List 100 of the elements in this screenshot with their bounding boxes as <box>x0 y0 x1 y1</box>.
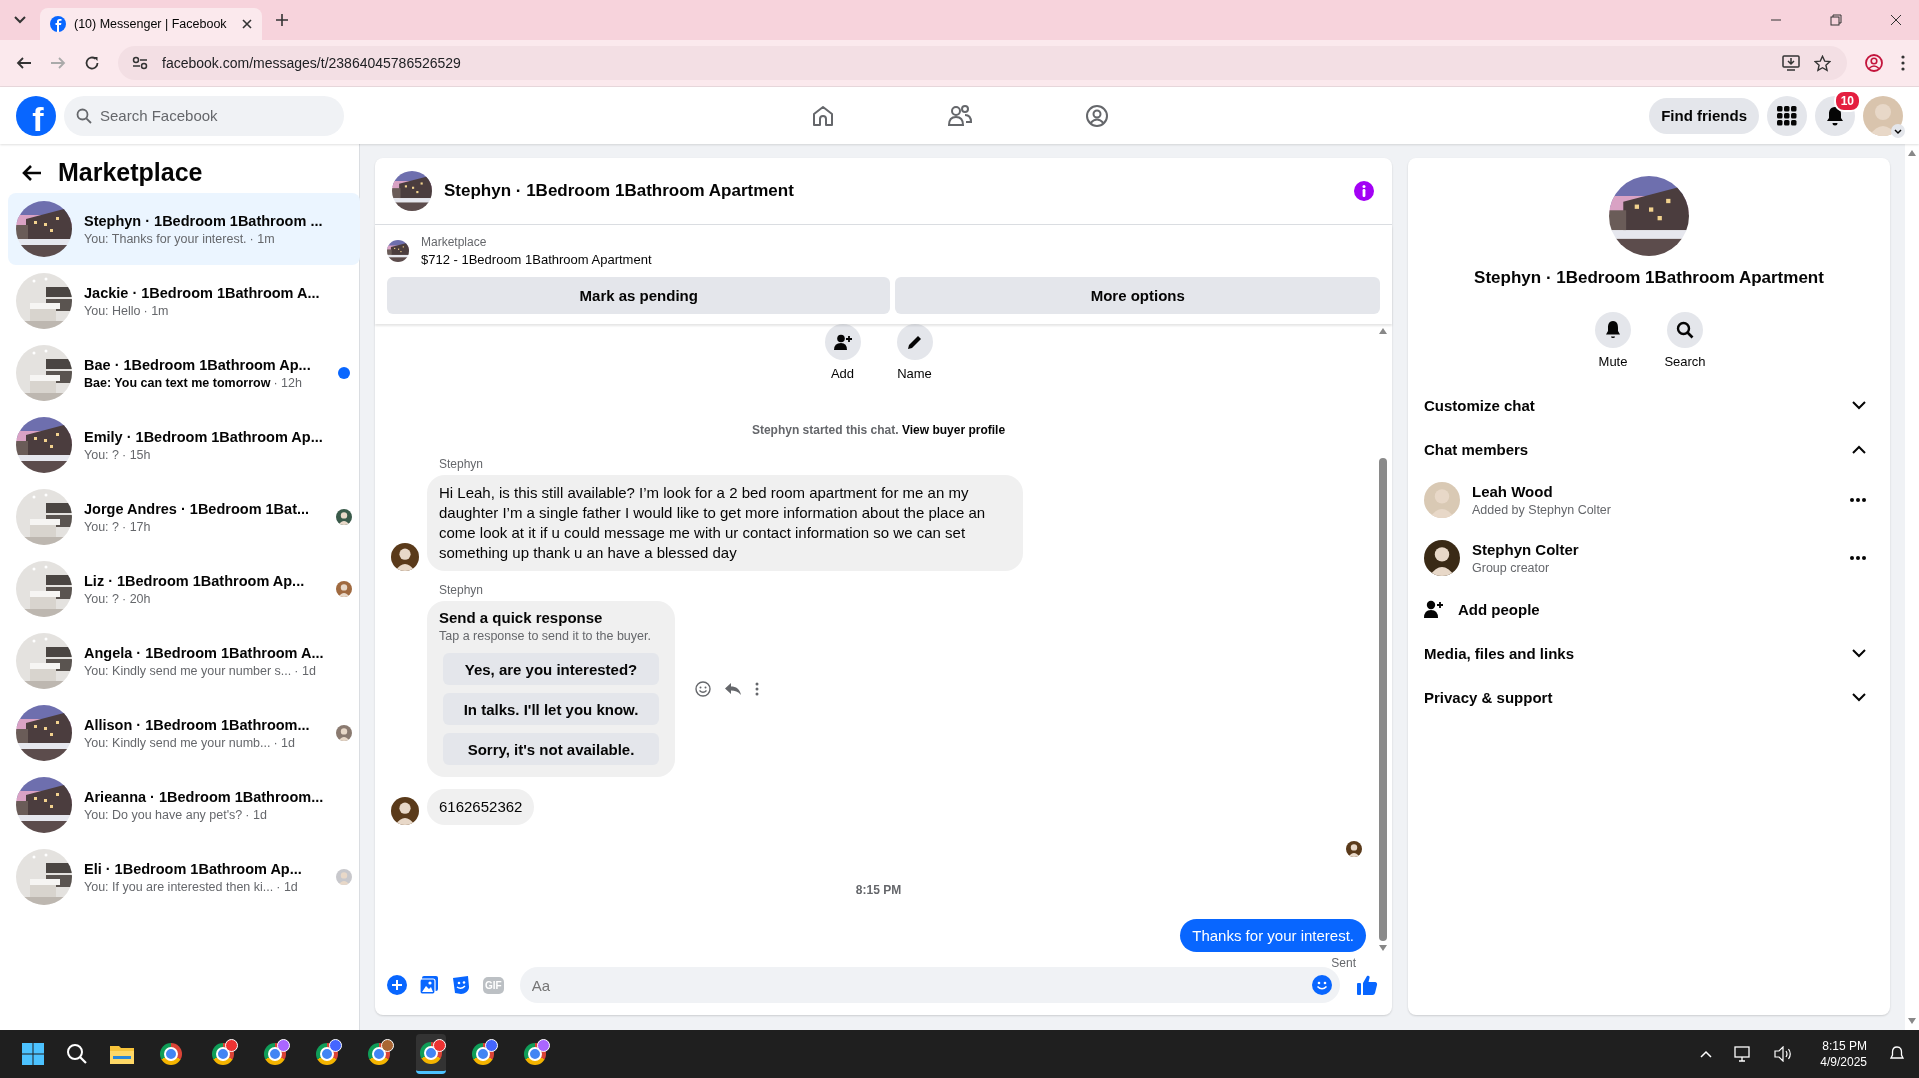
member-role: Group creator <box>1472 561 1551 575</box>
forward-icon <box>50 55 66 71</box>
conversation-item[interactable]: Jackie · 1Bedroom 1Bathroom A... You: Hello · 1m <box>8 265 360 337</box>
logo[interactable]: f <box>16 95 56 136</box>
quick-reply-button[interactable]: Yes, are you interested? <box>443 653 659 685</box>
member-role: Added by Stephyn Colter <box>1472 503 1612 517</box>
volume-icon[interactable] <box>1774 1046 1793 1062</box>
quick-reply-button[interactable]: In talks. I'll let you know. <box>443 693 659 725</box>
find-friends-button[interactable]: Find friends <box>1649 97 1759 134</box>
menu-icon[interactable] <box>1901 55 1905 71</box>
conversation-item[interactable]: Emily · 1Bedroom 1Bathroom Ap... You: ? · 15h <box>8 409 360 481</box>
clock[interactable]: 8:15 PM 4/9/2025 <box>1820 1039 1867 1069</box>
star-icon[interactable] <box>1814 54 1831 72</box>
conversation-name: Liz · 1Bedroom 1Bathroom Ap... <box>84 572 306 589</box>
conversation-item[interactable]: Liz · 1Bedroom 1Bathroom Ap... You: ? · 20h <box>8 553 360 625</box>
mute-button[interactable] <box>1595 312 1631 348</box>
message-time: · 17h <box>122 519 151 534</box>
account-caret-icon[interactable] <box>1891 123 1905 138</box>
search-icon <box>76 107 92 124</box>
message-time: · 1d <box>273 735 295 750</box>
conversation-item[interactable]: Arieanna · 1Bedroom 1Bathroom... You: Do you have any pet's? · 1d <box>8 769 360 841</box>
add-people-button[interactable]: Add people <box>1424 587 1874 631</box>
conversation-item[interactable]: Eli · 1Bedroom 1Bathroom Ap... You: If you are interested then ki... · 1d <box>8 841 360 913</box>
back-icon[interactable] <box>16 55 32 71</box>
new-tab-icon[interactable] <box>276 14 288 26</box>
message-preview: You: ? <box>84 447 119 462</box>
bell-icon <box>1825 105 1845 126</box>
message-preview: You: Thanks for your interest. <box>84 231 247 246</box>
info-icon[interactable] <box>1354 181 1374 201</box>
emoji-icon[interactable] <box>695 681 711 697</box>
back-arrow-icon[interactable] <box>22 163 42 182</box>
more-options-button[interactable]: More options <box>895 277 1380 314</box>
conversation-name: Arieanna · 1Bedroom 1Bathroom... <box>84 788 324 805</box>
more-options-icon[interactable] <box>1850 498 1866 502</box>
conversation-item[interactable]: Stephyn · 1Bedroom 1Bathroom ... You: Thanks for your interest. · 1m <box>8 193 360 265</box>
member-name: Stephyn Colter <box>1472 541 1580 558</box>
quick-reply-button[interactable]: Sorry, it's not available. <box>443 733 659 765</box>
message-time: · 1d <box>245 807 267 822</box>
message-bubble: 6162652362 <box>427 789 535 825</box>
conversation-name: Eli · 1Bedroom 1Bathroom Ap... <box>84 860 303 877</box>
conversation-name: Jorge Andres · 1Bedroom 1Bat... <box>84 500 311 517</box>
sticker-icon[interactable] <box>451 975 471 995</box>
add-person-icon <box>833 334 852 350</box>
close-icon[interactable] <box>1890 14 1902 26</box>
section-header[interactable]: Customize chat <box>1424 383 1874 427</box>
edit-name-button[interactable] <box>896 324 933 360</box>
home-icon[interactable] <box>810 103 835 128</box>
close-icon[interactable] <box>242 19 252 29</box>
reload-icon[interactable] <box>84 55 100 71</box>
scroll-down-icon[interactable] <box>1379 945 1387 951</box>
search-icon[interactable] <box>66 1043 88 1065</box>
message-input[interactable]: Aa <box>519 967 1340 1003</box>
message-time: · 1m <box>249 231 275 246</box>
plus-icon[interactable] <box>387 975 407 995</box>
folder-icon[interactable] <box>110 1044 134 1064</box>
install-app-icon[interactable] <box>1782 55 1800 71</box>
add-person-button[interactable] <box>824 324 861 360</box>
search-field[interactable]: Search Facebook <box>64 95 344 136</box>
scroll-up-icon[interactable] <box>1379 328 1387 334</box>
tray-caret-icon[interactable] <box>1700 1050 1713 1058</box>
search-button[interactable] <box>1667 312 1703 348</box>
scroll-up-icon[interactable] <box>1908 150 1916 156</box>
like-icon[interactable] <box>1356 974 1378 996</box>
conversation-item[interactable]: Jorge Andres · 1Bedroom 1Bat... You: ? · 17h <box>8 481 360 553</box>
conversation-item[interactable]: Angela · 1Bedroom 1Bathroom A... You: Kindly send me your number s... · 1d <box>8 625 360 697</box>
friends-icon[interactable] <box>946 103 973 128</box>
more-icon[interactable] <box>755 682 759 696</box>
section-header[interactable]: Media, files and links <box>1424 631 1874 675</box>
tab-list-icon[interactable] <box>14 16 26 24</box>
member-name: Leah Wood <box>1472 483 1554 500</box>
buyer-profile-link[interactable]: View buyer profile <box>901 423 1006 437</box>
start-icon[interactable] <box>22 1043 44 1065</box>
conversation-item[interactable]: Bae · 1Bedroom 1Bathroom Ap... Bae: You can text me tomorrow · 12h <box>8 337 360 409</box>
browser-taskbar-icon[interactable] <box>416 1034 446 1074</box>
site-settings-icon[interactable] <box>132 56 148 70</box>
page-scrollbar[interactable] <box>1905 144 1919 1030</box>
message-preview: You: If you are interested then ki... <box>84 879 274 894</box>
message-time: · 1m <box>143 303 169 318</box>
quick-response-title: Send a quick response <box>439 609 603 626</box>
restore-icon[interactable] <box>1830 14 1842 26</box>
reply-icon[interactable] <box>725 682 741 696</box>
profile-circle-icon[interactable] <box>1084 103 1109 128</box>
section-header[interactable]: Chat members <box>1424 427 1874 471</box>
notification-icon[interactable] <box>1889 1046 1905 1062</box>
section-header[interactable]: Privacy & support <box>1424 675 1874 719</box>
message-time: · 1d <box>294 663 316 678</box>
sidebar-title: Marketplace <box>58 158 203 187</box>
address-bar[interactable]: facebook.com/messages/t/23864045786526529 <box>118 46 1847 80</box>
emoji-icon[interactable] <box>1312 975 1332 995</box>
profile-icon[interactable] <box>1865 54 1883 72</box>
conversation-name: Bae · 1Bedroom 1Bathroom Ap... <box>84 356 312 373</box>
scroll-down-icon[interactable] <box>1908 1018 1916 1024</box>
conversation-item[interactable]: Allison · 1Bedroom 1Bathroom... You: Kindly send me your numb... · 1d <box>8 697 360 769</box>
mark-pending-button[interactable]: Mark as pending <box>387 277 891 314</box>
browser-tab[interactable]: (10) Messenger | Facebook <box>40 8 262 40</box>
menu-button[interactable] <box>1767 95 1807 136</box>
search-icon <box>1676 321 1694 339</box>
more-options-icon[interactable] <box>1850 556 1866 560</box>
network-icon[interactable] <box>1734 1046 1753 1062</box>
photo-icon[interactable] <box>419 975 439 995</box>
